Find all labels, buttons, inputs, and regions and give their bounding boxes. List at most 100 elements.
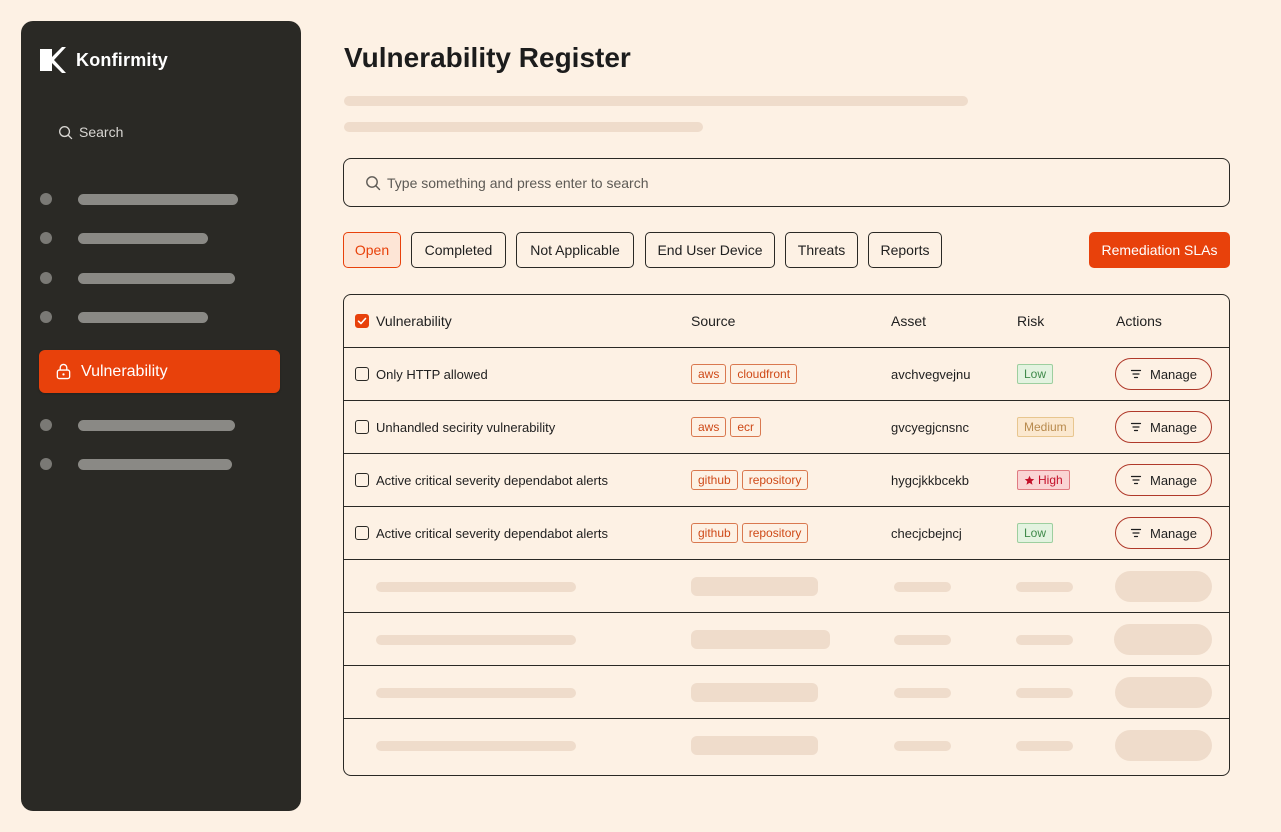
risk-cell: High (1017, 454, 1070, 506)
source-tag: github (691, 523, 738, 543)
vulnerability-table: Vulnerability Source Asset Risk Actions … (343, 294, 1230, 776)
manage-button[interactable]: Manage (1115, 517, 1212, 549)
brand-name: Konfirmity (76, 49, 168, 70)
source-cell: aws cloudfront (691, 348, 801, 400)
cell-placeholder (1016, 741, 1073, 751)
sidebar-item[interactable] (40, 307, 208, 327)
column-header: Risk (1017, 313, 1045, 329)
cell-placeholder (1115, 730, 1212, 761)
page-title: Vulnerability Register (344, 42, 631, 73)
cell-placeholder (691, 630, 830, 649)
risk-cell: Low (1017, 348, 1054, 400)
row-checkbox[interactable] (355, 420, 369, 434)
menu-lines-icon (1130, 422, 1142, 432)
cell-placeholder (691, 736, 818, 755)
sidebar-item[interactable] (40, 189, 238, 209)
search-icon (59, 125, 73, 139)
sidebar: Konfirmity Search Vulnerability (21, 21, 301, 811)
source-tag: cloudfront (730, 364, 798, 384)
sidebar-item[interactable] (40, 415, 235, 435)
sidebar-item-vulnerability[interactable]: Vulnerability (39, 350, 280, 393)
sidebar-search-label: Search (79, 124, 124, 140)
table-row[interactable]: Active critical severity dependabot aler… (344, 507, 1229, 560)
sidebar-item[interactable] (40, 228, 208, 248)
vulnerability-name: Unhandled secirity vulnerability (376, 419, 556, 435)
vulnerability-cell: Unhandled secirity vulnerability (355, 401, 555, 453)
row-checkbox[interactable] (355, 367, 369, 381)
sidebar-search[interactable]: Search (58, 124, 123, 140)
search-input[interactable]: Type something and press enter to search (343, 158, 1230, 207)
risk-label: High (1038, 473, 1063, 487)
tab-not-applicable[interactable]: Not Applicable (516, 232, 634, 268)
risk-cell: Low (1017, 507, 1054, 559)
manage-label: Manage (1150, 419, 1197, 435)
cell-placeholder (894, 741, 951, 751)
source-tag: aws (691, 364, 727, 384)
manage-label: Manage (1150, 525, 1197, 541)
vulnerability-name: Active critical severity dependabot aler… (376, 472, 608, 488)
table-row-placeholder (344, 560, 1229, 613)
table-row[interactable]: Only HTTP allowed aws cloudfront avchveg… (344, 348, 1229, 401)
manage-button[interactable]: Manage (1115, 411, 1212, 443)
vulnerability-name: Only HTTP allowed (376, 366, 488, 382)
column-header: Source (691, 313, 736, 329)
cell-placeholder (376, 635, 576, 645)
cell-placeholder (376, 688, 576, 698)
tab-completed[interactable]: Completed (411, 232, 506, 268)
menu-lines-icon (1130, 369, 1142, 379)
tab-open[interactable]: Open (343, 232, 401, 268)
asset-cell: checjcbejncj (891, 525, 962, 541)
table-row[interactable]: Active critical severity dependabot aler… (344, 454, 1229, 507)
cell-placeholder (1016, 635, 1073, 645)
sidebar-item-dot (40, 193, 52, 205)
sidebar-item[interactable] (40, 454, 232, 474)
sidebar-item-placeholder (78, 458, 232, 470)
description-placeholder (344, 122, 703, 132)
sidebar-item[interactable] (40, 268, 235, 288)
tab-end-user-device[interactable]: End User Device (645, 232, 775, 268)
description-placeholder (344, 96, 968, 106)
asset-cell: hygcjkkbcekb (891, 472, 970, 488)
header-vulnerability: Vulnerability (355, 295, 452, 347)
manage-button[interactable]: Manage (1115, 358, 1212, 390)
table-row-placeholder (344, 719, 1229, 772)
risk-badge: Medium (1017, 417, 1074, 437)
risk-cell: Medium (1017, 401, 1074, 453)
risk-badge: Low (1017, 364, 1054, 384)
row-checkbox[interactable] (355, 526, 369, 540)
sidebar-item-dot (40, 458, 52, 470)
source-tag: repository (741, 523, 809, 543)
source-cell: github repository (691, 507, 812, 559)
cell-placeholder (894, 688, 951, 698)
source-tag: aws (691, 417, 727, 437)
manage-button[interactable]: Manage (1115, 464, 1212, 496)
risk-badge: High (1017, 470, 1070, 490)
cell-placeholder (894, 635, 951, 645)
manage-label: Manage (1150, 472, 1197, 488)
lock-icon (56, 363, 71, 380)
star-icon (1024, 475, 1035, 485)
source-tag: github (691, 470, 738, 490)
search-placeholder: Type something and press enter to search (387, 174, 649, 191)
select-all-checkbox[interactable] (355, 314, 369, 328)
vulnerability-cell: Active critical severity dependabot aler… (355, 507, 608, 559)
manage-label: Manage (1150, 366, 1197, 382)
sidebar-item-dot (40, 419, 52, 431)
cell-placeholder (1016, 582, 1073, 592)
table-header: Vulnerability Source Asset Risk Actions (344, 295, 1229, 348)
cell-placeholder (691, 577, 818, 596)
check-icon (357, 317, 367, 325)
menu-lines-icon (1130, 528, 1142, 538)
search-icon (366, 175, 381, 190)
tab-threats[interactable]: Threats (785, 232, 858, 268)
table-row[interactable]: Unhandled secirity vulnerability aws ecr… (344, 401, 1229, 454)
row-checkbox[interactable] (355, 473, 369, 487)
tab-reports[interactable]: Reports (868, 232, 942, 268)
cell-placeholder (1115, 677, 1212, 708)
actions-cell: Manage (1115, 454, 1212, 506)
table-row-placeholder (344, 613, 1229, 666)
brand[interactable]: Konfirmity (40, 47, 168, 73)
konfirmity-logo-icon (40, 47, 66, 73)
cell-placeholder (1016, 688, 1073, 698)
remediation-slas-button[interactable]: Remediation SLAs (1089, 232, 1230, 268)
